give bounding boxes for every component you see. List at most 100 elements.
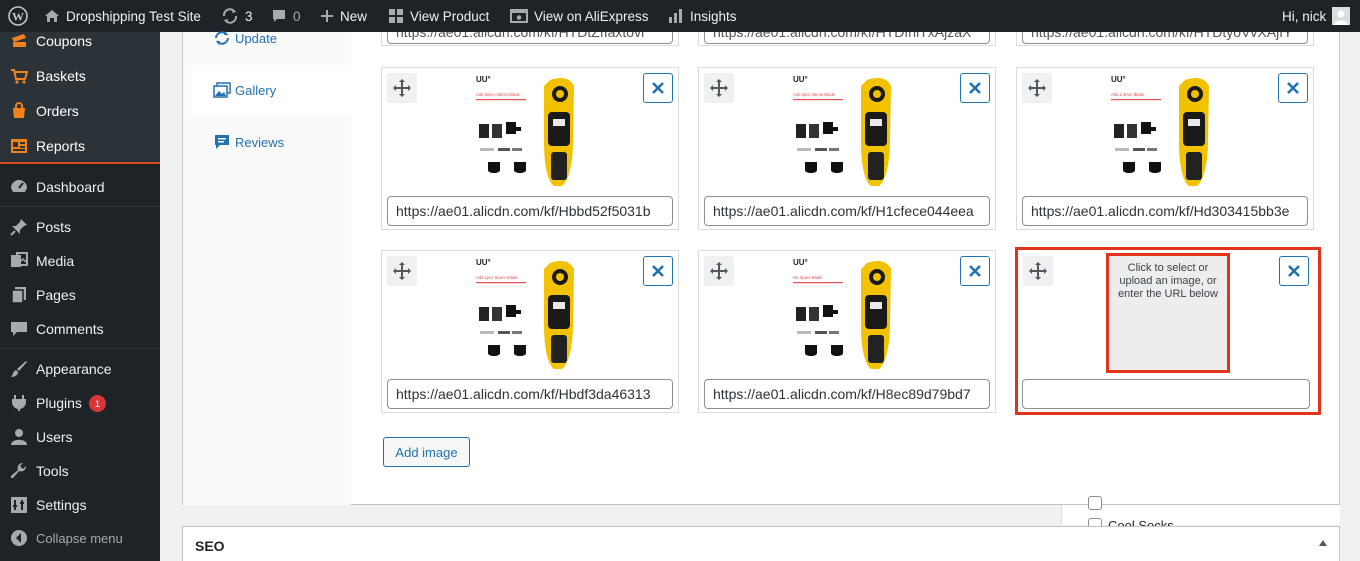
image-url-input[interactable]: https://ae01.alicdn.com/kf/HTDtyoVvXAjfY: [1022, 32, 1308, 44]
menu-item-posts[interactable]: Posts: [0, 210, 160, 244]
remove-image-button[interactable]: [643, 73, 673, 103]
menu-item-media[interactable]: Media: [0, 244, 160, 278]
account-menu[interactable]: Hi, nick: [1282, 0, 1351, 32]
image-url-input[interactable]: https://ae01.alicdn.com/kf/Hbdf3da46313: [387, 379, 673, 409]
svg-text:W: W: [12, 10, 24, 24]
drag-handle[interactable]: [387, 73, 417, 103]
menu-separator: [0, 206, 160, 207]
seo-title: SEO: [195, 538, 225, 554]
menu-item-orders[interactable]: Orders: [0, 94, 160, 128]
drag-handle[interactable]: [1022, 73, 1052, 103]
seo-metabox[interactable]: SEO: [182, 526, 1340, 561]
move-arrows-icon: [393, 79, 411, 97]
image-url-input[interactable]: https://ae01.alicdn.com/kf/HTDfnlTxAjzaX: [704, 32, 990, 44]
remove-image-button[interactable]: [1279, 256, 1309, 286]
gallery-card-partial: https://ae01.alicdn.com/kf/HTDfnlTxAjzaX: [698, 32, 996, 46]
image-select-placeholder[interactable]: Click to select or upload an image, or e…: [1106, 253, 1230, 373]
menu-item-label: Appearance: [36, 361, 112, 377]
avatar: [1332, 7, 1351, 25]
product-thumbnail: UU° Add 2pcs 45mm Blade: [791, 72, 901, 190]
comment-icon: [9, 319, 29, 339]
tab-reviews[interactable]: Reviews: [191, 117, 351, 167]
image-url-input[interactable]: https://ae01.alicdn.com/kf/H1cfece044eea: [704, 196, 990, 226]
gallery-card: UU° No Spare Blade https://ae01.alicdn.c…: [698, 250, 996, 413]
wrench-icon: [9, 461, 29, 481]
svg-text:No Spare Blade: No Spare Blade: [793, 275, 823, 280]
menu-separator: [0, 348, 160, 349]
menu-item-baskets[interactable]: Baskets: [0, 59, 160, 93]
close-icon: [1287, 82, 1299, 94]
menu-item-label: Comments: [36, 321, 104, 337]
image-url-input[interactable]: https://ae01.alicdn.com/kf/Hd303415bb3e: [1022, 196, 1308, 226]
product-thumbnail: UU° Add 9mm+45mm Blade: [474, 72, 584, 190]
svg-text:UU°: UU°: [476, 75, 491, 84]
insights-label: Insights: [690, 8, 737, 24]
pin-icon: [9, 217, 29, 237]
collapse-arrow-icon[interactable]: [1319, 540, 1327, 546]
svg-text:UU°: UU°: [476, 258, 491, 267]
move-arrows-icon: [1028, 79, 1046, 97]
menu-item-label: Settings: [36, 497, 87, 513]
image-url-input[interactable]: https://ae01.alicdn.com/kf/HTDtZfIaxtovl: [387, 32, 673, 44]
view-aliexpress-label: View on AliExpress: [534, 8, 649, 24]
image-url-input[interactable]: https://ae01.alicdn.com/kf/Hbbd52f5031b: [387, 196, 673, 226]
home-icon: [44, 8, 60, 24]
external-window-icon: [510, 8, 528, 24]
pages-icon: [9, 285, 29, 305]
remove-image-button[interactable]: [643, 256, 673, 286]
plugin-update-badge: 1: [89, 395, 106, 412]
menu-item-plugins[interactable]: Plugins 1: [0, 386, 160, 420]
add-image-button[interactable]: Add image: [383, 437, 470, 467]
menu-item-appearance[interactable]: Appearance: [0, 352, 160, 386]
view-product-label: View Product: [410, 8, 490, 24]
remove-image-button[interactable]: [960, 73, 990, 103]
drag-handle[interactable]: [704, 256, 734, 286]
menu-item-label: Users: [36, 429, 73, 445]
tab-update[interactable]: Update: [191, 13, 351, 63]
menu-item-label: Pages: [36, 287, 76, 303]
gallery-card: UU° Add 2pcs 45mm Blade https://ae01.ali…: [698, 67, 996, 230]
menu-item-settings[interactable]: Settings: [0, 488, 160, 522]
menu-item-reports[interactable]: Reports: [0, 129, 160, 163]
insights-link[interactable]: Insights: [668, 0, 737, 32]
settings-icon: [9, 495, 29, 515]
svg-text:Add a 9mm Blade: Add a 9mm Blade: [1111, 92, 1145, 97]
plugin-icon: [9, 393, 29, 413]
menu-item-label: Baskets: [36, 68, 86, 84]
media-icon: [9, 251, 29, 271]
menu-item-label: Posts: [36, 219, 72, 235]
tab-label: Reviews: [235, 134, 285, 150]
svg-text:Add 9mm+45mm Blade: Add 9mm+45mm Blade: [476, 92, 521, 97]
add-image-label: Add image: [395, 444, 458, 460]
remove-image-button[interactable]: [1278, 73, 1308, 103]
admin-sidebar: Coupons Baskets Orders Reports Dashboard…: [0, 32, 160, 561]
menu-item-tools[interactable]: Tools: [0, 454, 160, 488]
tab-label: Update: [235, 30, 277, 46]
menu-item-pages[interactable]: Pages: [0, 278, 160, 312]
drag-handle[interactable]: [704, 73, 734, 103]
close-icon: [969, 265, 981, 277]
view-product-link[interactable]: View Product: [388, 0, 489, 32]
collapse-menu-button[interactable]: Collapse menu: [0, 521, 160, 555]
placeholder-text: Click to select or upload an image, or e…: [1118, 262, 1218, 300]
image-url-input[interactable]: [1022, 379, 1310, 409]
image-url-input[interactable]: https://ae01.alicdn.com/kf/H8ec89d79bd7: [704, 379, 990, 409]
menu-item-label: Dashboard: [36, 179, 105, 195]
category-option[interactable]: [1088, 494, 1108, 512]
basket-icon: [9, 66, 29, 86]
menu-item-comments[interactable]: Comments: [0, 312, 160, 346]
menu-item-label: Orders: [36, 103, 79, 119]
drag-handle[interactable]: [1023, 256, 1053, 286]
tab-label: Gallery: [235, 82, 277, 98]
remove-image-button[interactable]: [960, 256, 990, 286]
woocommerce-submenu: Coupons Baskets Orders Reports: [0, 32, 160, 164]
close-icon: [652, 265, 664, 277]
view-on-aliexpress-link[interactable]: View on AliExpress: [510, 0, 649, 32]
menu-item-dashboard[interactable]: Dashboard: [0, 170, 160, 204]
category-checkbox[interactable]: [1088, 496, 1102, 510]
gallery-card: UU° Add 1pcs Spare Blade https://ae01.al…: [381, 250, 679, 413]
drag-handle[interactable]: [387, 256, 417, 286]
menu-item-users[interactable]: Users: [0, 420, 160, 454]
tab-gallery[interactable]: Gallery: [191, 65, 351, 115]
menu-item-coupons[interactable]: Coupons: [0, 24, 160, 58]
